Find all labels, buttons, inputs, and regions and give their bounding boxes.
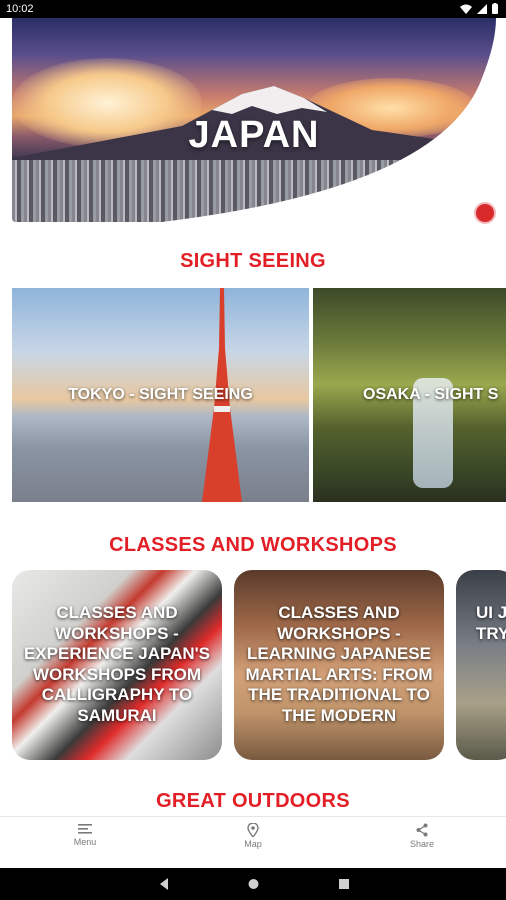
nav-map[interactable]: Map (223, 821, 283, 849)
card-tokyo-sightseeing[interactable]: TOKYO - SIGHT SEEING (12, 288, 309, 502)
battery-icon (492, 3, 498, 14)
nav-label: Map (244, 839, 262, 849)
status-time: 10:02 (6, 3, 34, 15)
signal-icon (477, 3, 487, 14)
status-icons (460, 3, 498, 14)
menu-icon (78, 824, 92, 834)
hero-banner[interactable]: JAPAN (12, 18, 496, 222)
nav-menu[interactable]: Menu (55, 821, 115, 847)
card-label: OSAKA - SIGHT S (363, 386, 499, 403)
bottom-navigation: Menu Map Share (0, 816, 506, 868)
section-title-classes: CLASSES AND WORKSHOPS (109, 534, 397, 556)
system-navigation-bar (0, 868, 506, 900)
sightseeing-carousel[interactable]: TOKYO - SIGHT SEEING OSAKA - SIGHT S (12, 288, 506, 502)
card-osaka-sightseeing[interactable]: OSAKA - SIGHT S (313, 288, 506, 502)
nav-label: Share (409, 839, 435, 849)
nav-share[interactable]: Share (392, 821, 452, 849)
card-label: UI JAP COO TRY (476, 603, 506, 643)
nav-label: Menu (73, 837, 97, 847)
card-label: CLASSES AND WORKSHOPS - LEARNING JAPANES… (245, 603, 433, 725)
map-pin-icon (247, 823, 259, 837)
hero-title: JAPAN (188, 114, 320, 156)
section-title-sightseeing: SIGHT SEEING (180, 250, 326, 272)
card-classes-cooking[interactable]: UI JAP COO TRY (456, 570, 506, 760)
card-classes-martial-arts[interactable]: CLASSES AND WORKSHOPS - LEARNING JAPANES… (234, 570, 444, 760)
share-icon (416, 823, 428, 837)
card-label: CLASSES AND WORKSHOPS - EXPERIENCE JAPAN… (23, 603, 211, 725)
back-icon[interactable] (158, 877, 170, 891)
card-classes-calligraphy[interactable]: CLASSES AND WORKSHOPS - EXPERIENCE JAPAN… (12, 570, 222, 760)
recents-icon[interactable] (338, 877, 350, 891)
classes-carousel[interactable]: CLASSES AND WORKSHOPS - EXPERIENCE JAPAN… (12, 570, 506, 760)
wifi-icon (460, 4, 472, 14)
app-content: JAPAN SIGHT SEEING TOKYO - SIGHT SEEING … (0, 18, 506, 868)
section-title-outdoors: GREAT OUTDOORS (156, 790, 350, 812)
home-icon[interactable] (247, 877, 260, 891)
status-bar: 10:02 (0, 0, 506, 18)
japan-seal-icon[interactable] (474, 202, 496, 224)
card-label: TOKYO - SIGHT SEEING (68, 386, 253, 403)
